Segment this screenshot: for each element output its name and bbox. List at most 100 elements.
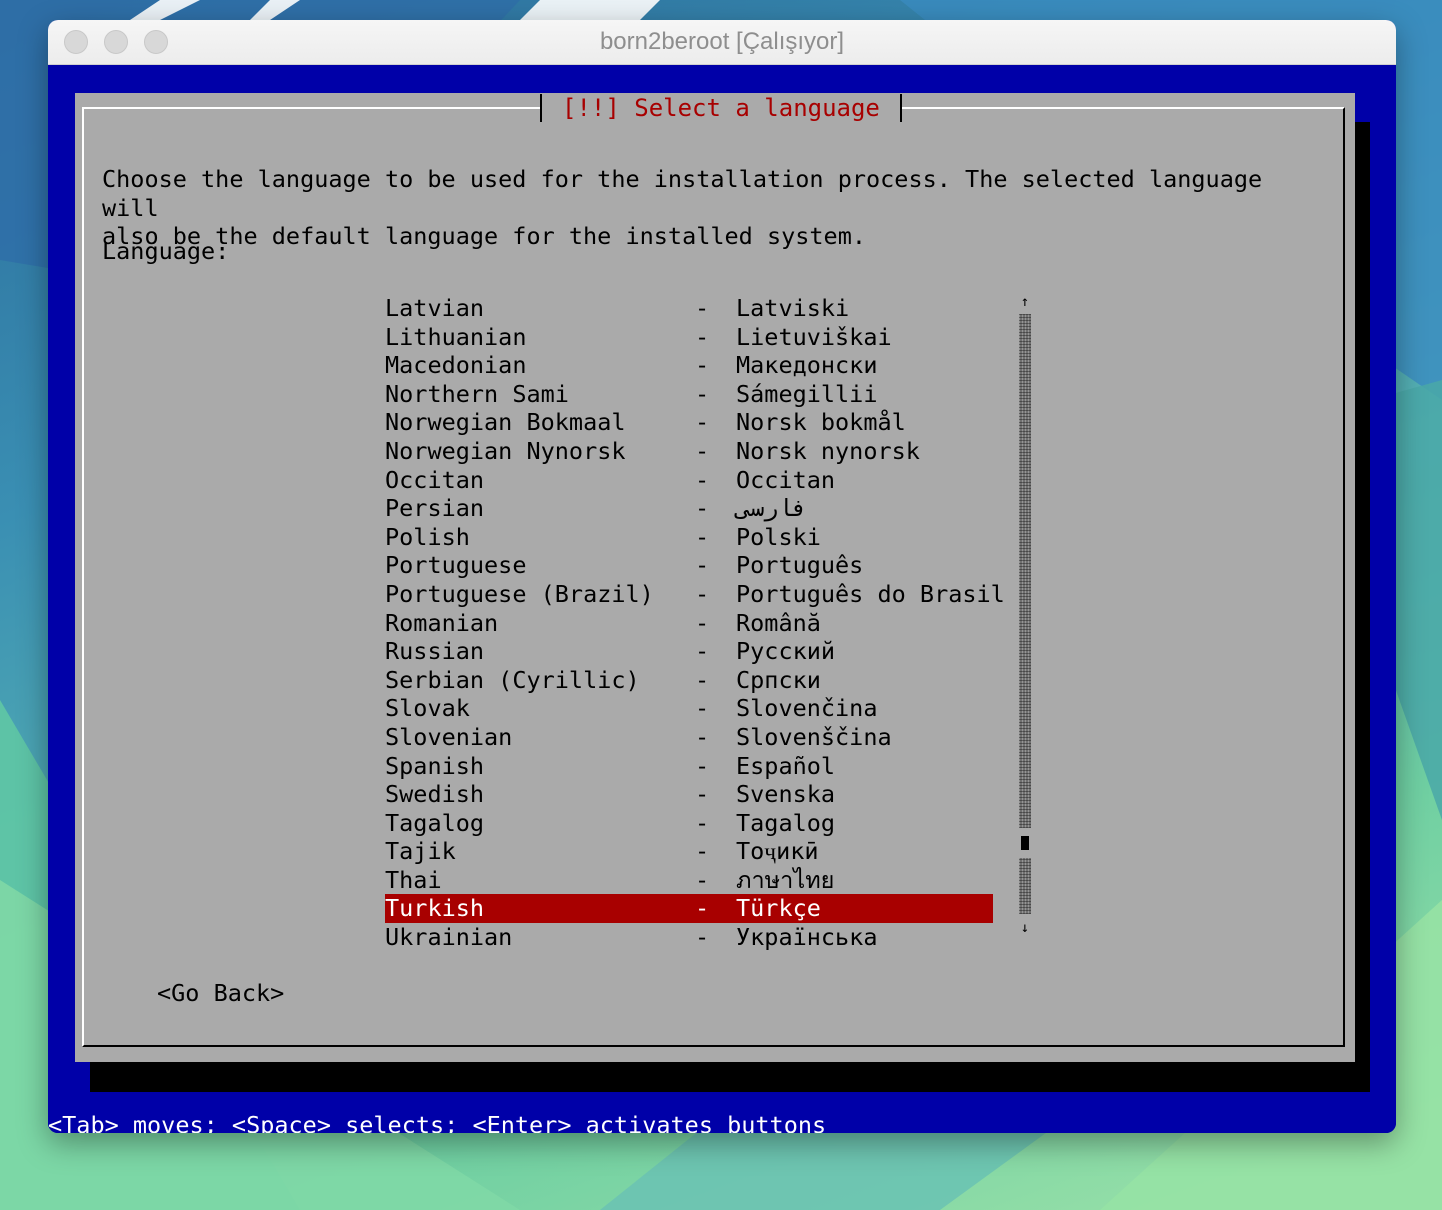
language-separator: - bbox=[695, 722, 710, 751]
language-list-scrollbar[interactable]: ↑ ↓ bbox=[1017, 294, 1033, 951]
language-separator: - bbox=[695, 694, 710, 723]
language-option[interactable]: Tagalog - Tagalog bbox=[385, 809, 993, 838]
language-option[interactable]: Swedish - Svenska bbox=[385, 780, 993, 809]
language-name: Latvian bbox=[385, 294, 485, 322]
language-option[interactable]: Slovak - Slovenčina bbox=[385, 694, 993, 723]
language-separator: - bbox=[695, 780, 710, 809]
language-option[interactable]: Tajik - Тоҷикӣ bbox=[385, 837, 993, 866]
language-native-name: Português bbox=[736, 551, 864, 580]
scroll-track-lower[interactable] bbox=[1019, 858, 1031, 914]
language-list[interactable]: Latvian - Latviski Lithuanian - Lietuviškai Ma… bbox=[385, 294, 1005, 952]
window-title: born2beroot [Çalışıyor] bbox=[599, 28, 845, 55]
language-option[interactable]: Spanish - Español bbox=[385, 752, 993, 781]
language-name: Tagalog bbox=[385, 808, 485, 837]
language-separator: - bbox=[695, 294, 710, 322]
language-name: Occitan bbox=[385, 465, 485, 494]
language-native-name: Slovenčina bbox=[736, 694, 878, 723]
language-name: Slovenian bbox=[385, 722, 513, 751]
language-name: Persian bbox=[385, 494, 485, 523]
language-separator: - bbox=[695, 351, 710, 380]
dialog-prompt: Choose the language to be used for the i… bbox=[102, 165, 1263, 251]
language-native-name: Српски bbox=[736, 665, 821, 694]
language-native-name: Română bbox=[736, 608, 821, 637]
language-name: Portuguese bbox=[385, 551, 527, 580]
language-name: Turkish bbox=[385, 894, 485, 923]
language-separator: - bbox=[695, 494, 710, 523]
language-option-selected[interactable]: Turkish - Türkçe bbox=[385, 894, 993, 924]
language-name: Thai bbox=[385, 865, 442, 894]
language-native-name: Lietuviškai bbox=[736, 322, 892, 351]
language-option[interactable]: Northern Sami - Sámegillii bbox=[385, 380, 993, 409]
language-native-name: Svenska bbox=[736, 780, 836, 809]
language-native-name: Тоҷикӣ bbox=[736, 837, 819, 866]
language-name: Russian bbox=[385, 637, 485, 666]
language-name: Polish bbox=[385, 522, 470, 551]
language-name: Swedish bbox=[385, 780, 485, 809]
language-name: Slovak bbox=[385, 694, 470, 723]
language-separator: - bbox=[695, 923, 710, 952]
language-separator: - bbox=[695, 408, 710, 437]
language-option[interactable]: Thai - ภาษาไทย bbox=[385, 866, 993, 895]
scroll-up-arrow-icon[interactable]: ↑ bbox=[1017, 294, 1033, 310]
language-native-name: Tagalog bbox=[736, 808, 836, 837]
language-option[interactable]: Latvian - Latviski bbox=[385, 294, 993, 323]
language-option[interactable]: Russian - Русский bbox=[385, 637, 993, 666]
language-field-label: Language: bbox=[102, 237, 230, 265]
language-separator: - bbox=[695, 894, 710, 923]
status-line: <Tab> moves; <Space> selects; <Enter> ac… bbox=[48, 1111, 827, 1133]
language-native-name: Latviski bbox=[736, 294, 850, 322]
language-separator: - bbox=[695, 865, 710, 894]
language-native-name: Slovenščina bbox=[736, 722, 892, 751]
language-option[interactable]: Norwegian Nynorsk - Norsk nynorsk bbox=[385, 437, 993, 466]
language-option[interactable]: Serbian (Cyrillic) - Српски bbox=[385, 666, 993, 695]
language-name: Spanish bbox=[385, 751, 485, 780]
language-option[interactable]: Macedonian - Македонски bbox=[385, 351, 993, 380]
language-separator: - bbox=[695, 436, 710, 465]
dialog-title: [!!] Select a language bbox=[562, 94, 880, 122]
language-option[interactable]: Persian - فارسی bbox=[385, 494, 993, 523]
language-name: Macedonian bbox=[385, 351, 527, 380]
language-name: Romanian bbox=[385, 608, 499, 637]
language-name: Norwegian Bokmaal bbox=[385, 408, 626, 437]
language-name: Ukrainian bbox=[385, 923, 513, 952]
language-option[interactable]: Lithuanian - Lietuviškai bbox=[385, 323, 993, 352]
language-separator: - bbox=[695, 465, 710, 494]
vm-window: born2beroot [Çalışıyor] [!!] Select a la… bbox=[48, 20, 1396, 1133]
language-option[interactable]: Polish - Polski bbox=[385, 523, 993, 552]
go-back-button[interactable]: <Go Back> bbox=[157, 979, 284, 1008]
language-separator: - bbox=[695, 808, 710, 837]
language-native-name: Polski bbox=[736, 522, 821, 551]
language-separator: - bbox=[695, 608, 710, 637]
language-native-name: Македонски bbox=[736, 351, 878, 380]
language-option[interactable]: Romanian - Română bbox=[385, 609, 993, 638]
language-option[interactable]: Ukrainian - Українська bbox=[385, 923, 993, 952]
language-separator: - bbox=[695, 322, 710, 351]
dialog-title-box: [!!] Select a language bbox=[540, 94, 902, 122]
language-name: Serbian (Cyrillic) bbox=[385, 665, 640, 694]
installer-screen: [!!] Select a language Choose the langua… bbox=[48, 65, 1396, 1133]
language-separator: - bbox=[695, 637, 710, 666]
language-name: Lithuanian bbox=[385, 322, 527, 351]
language-native-name: Norsk nynorsk bbox=[736, 436, 920, 465]
language-native-name: Türkçe bbox=[736, 894, 821, 923]
language-option[interactable]: Portuguese (Brazil) - Português do Brasil bbox=[385, 579, 1005, 609]
language-dialog: [!!] Select a language Choose the langua… bbox=[75, 93, 1355, 1062]
language-option[interactable]: Occitan - Occitan bbox=[385, 466, 993, 495]
scroll-down-arrow-icon[interactable]: ↓ bbox=[1017, 920, 1033, 936]
language-option[interactable]: Slovenian - Slovenščina bbox=[385, 723, 993, 752]
language-separator: - bbox=[695, 579, 710, 608]
scroll-thumb[interactable] bbox=[1021, 836, 1029, 850]
language-native-name: Русский bbox=[736, 637, 836, 666]
language-separator: - bbox=[695, 751, 710, 780]
language-native-name: Español bbox=[736, 751, 836, 780]
language-native-name: Sámegillii bbox=[736, 379, 878, 408]
language-native-name: Português do Brasil bbox=[736, 579, 1005, 608]
language-separator: - bbox=[695, 665, 710, 694]
scroll-track-upper[interactable] bbox=[1019, 314, 1031, 828]
language-separator: - bbox=[695, 837, 710, 866]
language-name: Tajik bbox=[385, 837, 456, 866]
language-native-name: Occitan bbox=[736, 465, 836, 494]
language-separator: - bbox=[695, 379, 710, 408]
language-option[interactable]: Portuguese - Português bbox=[385, 551, 993, 580]
language-option[interactable]: Norwegian Bokmaal - Norsk bokmål bbox=[385, 408, 993, 437]
